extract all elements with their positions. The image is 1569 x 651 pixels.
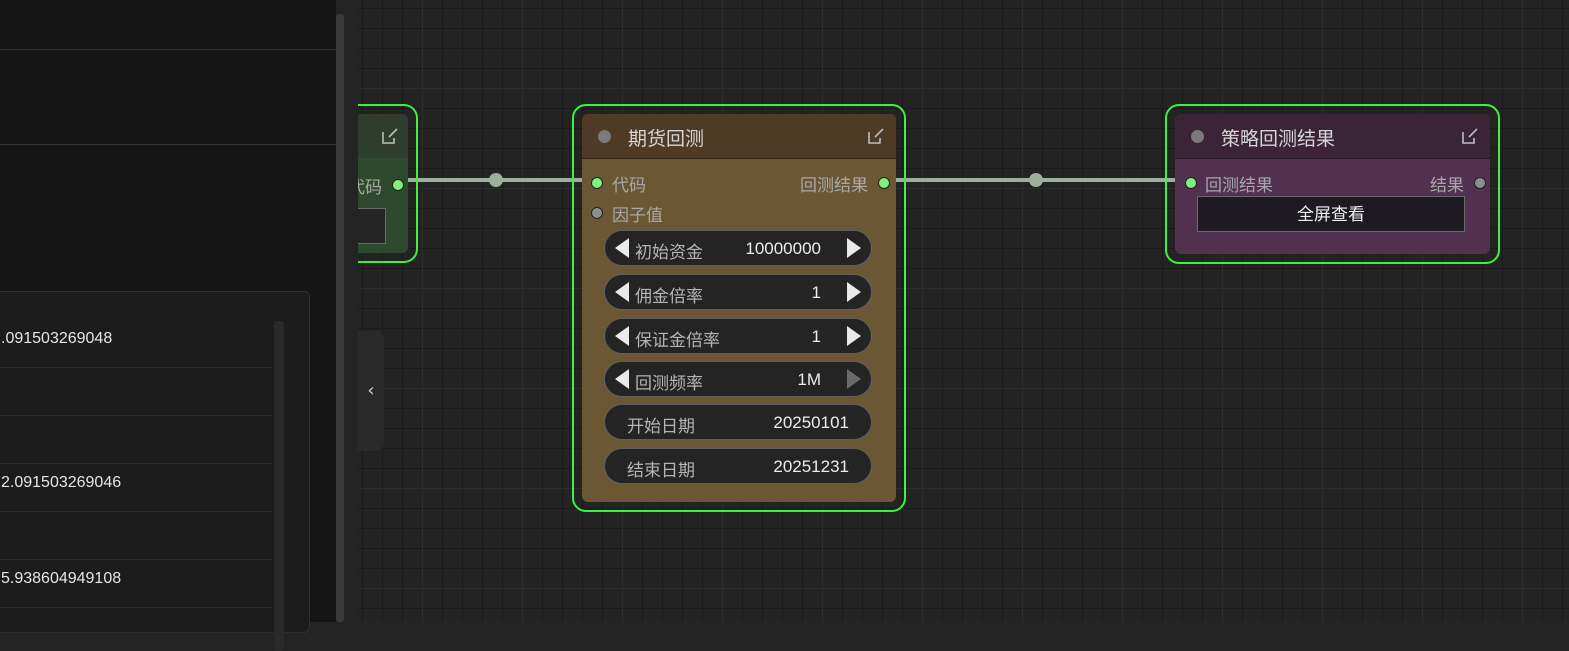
widget-label: 初始资金	[635, 243, 703, 263]
input-label: 回测结果	[1205, 176, 1273, 196]
text-widget[interactable]	[358, 208, 386, 244]
list-item: 5.938604949108	[0, 560, 272, 608]
output-port[interactable]	[1474, 177, 1486, 189]
list-item	[0, 368, 272, 416]
node-header[interactable]: 期货回测	[582, 114, 896, 159]
port-label: 代码	[348, 178, 382, 198]
collapse-panel-button[interactable]: ‹	[358, 331, 384, 451]
widget-value: 1	[811, 327, 821, 346]
widget-label: 结束日期	[627, 461, 695, 481]
initial-capital-widget[interactable]: 初始资金 10000000	[604, 230, 872, 266]
end-date-widget[interactable]: 结束日期 20251231	[604, 448, 872, 484]
node-title: 期货回测	[628, 128, 705, 150]
widget-value: 10000000	[745, 239, 821, 258]
input-port[interactable]	[591, 207, 603, 219]
edit-icon[interactable]	[380, 126, 400, 146]
chevron-left-icon: ‹	[367, 380, 375, 401]
input-label: 因子值	[612, 206, 663, 226]
node-header[interactable]: 策略回测结果	[1175, 114, 1490, 159]
port-row: 代码 回测结果	[582, 169, 896, 199]
widget-value: 20251231	[773, 457, 849, 476]
left-panel: .091503269048 2.091503269046 5.938604949…	[0, 0, 336, 651]
decrement-arrow-icon[interactable]	[615, 326, 629, 346]
wire-midpoint-handle[interactable]	[489, 173, 503, 187]
increment-arrow-icon[interactable]	[847, 369, 861, 389]
list-item	[0, 512, 272, 560]
result-node-body: 策略回测结果 回测结果 结果 全屏查看	[1175, 114, 1490, 254]
edit-icon[interactable]	[1460, 126, 1480, 146]
input-port[interactable]	[1185, 177, 1197, 189]
wire-midpoint-handle[interactable]	[1029, 173, 1043, 187]
port-row: 因子值	[582, 199, 896, 229]
panel-info-row	[0, 50, 336, 145]
panel-header-row	[0, 0, 336, 50]
results-scrollbar[interactable]	[274, 321, 284, 651]
results-list: .091503269048 2.091503269046 5.938604949…	[0, 320, 272, 608]
increment-arrow-icon[interactable]	[847, 282, 861, 302]
graph-canvas[interactable]	[358, 0, 1569, 622]
widget-label: 开始日期	[627, 417, 695, 437]
panel-scrollbar[interactable]	[336, 14, 344, 622]
increment-arrow-icon[interactable]	[847, 326, 861, 346]
strategy-result-node[interactable]: 策略回测结果 回测结果 结果 全屏查看	[1165, 104, 1500, 264]
list-item: .091503269048	[0, 320, 272, 368]
increment-arrow-icon[interactable]	[847, 238, 861, 258]
decrement-arrow-icon[interactable]	[615, 369, 629, 389]
decrement-arrow-icon[interactable]	[615, 238, 629, 258]
results-card: .091503269048 2.091503269046 5.938604949…	[0, 291, 310, 651]
decrement-arrow-icon[interactable]	[615, 282, 629, 302]
widget-value: 20250101	[773, 413, 849, 432]
margin-rate-widget[interactable]: 保证金倍率 1	[604, 318, 872, 354]
backtest-frequency-widget[interactable]: 回测频率 1M	[604, 361, 872, 397]
output-port[interactable]	[392, 179, 404, 191]
input-port[interactable]	[591, 177, 603, 189]
input-label: 代码	[612, 176, 646, 196]
widget-label: 佣金倍率	[635, 287, 703, 307]
widget-value: 1	[811, 283, 821, 302]
futures-backtest-node[interactable]: 期货回测 代码 回测结果 因子值 初始资金 10000000 佣金倍率 1 保证…	[572, 104, 906, 512]
list-item: 2.091503269046	[0, 464, 272, 512]
fullscreen-view-button[interactable]: 全屏查看	[1197, 196, 1465, 232]
start-date-widget[interactable]: 开始日期 20250101	[604, 404, 872, 440]
futures-node-body: 期货回测 代码 回测结果 因子值 初始资金 10000000 佣金倍率 1 保证…	[582, 114, 896, 502]
port-row: 回测结果 结果	[1175, 169, 1490, 199]
node-title: 策略回测结果	[1221, 128, 1336, 150]
output-label: 结果	[1430, 176, 1464, 196]
widget-label: 回测频率	[635, 374, 703, 394]
list-item	[0, 416, 272, 464]
status-dot	[598, 130, 611, 143]
output-port[interactable]	[878, 177, 890, 189]
widget-value: 1M	[797, 370, 821, 389]
status-dot	[1191, 130, 1204, 143]
output-label: 回测结果	[800, 176, 868, 196]
commission-rate-widget[interactable]: 佣金倍率 1	[604, 274, 872, 310]
edit-icon[interactable]	[866, 126, 886, 146]
widget-label: 保证金倍率	[635, 331, 720, 351]
